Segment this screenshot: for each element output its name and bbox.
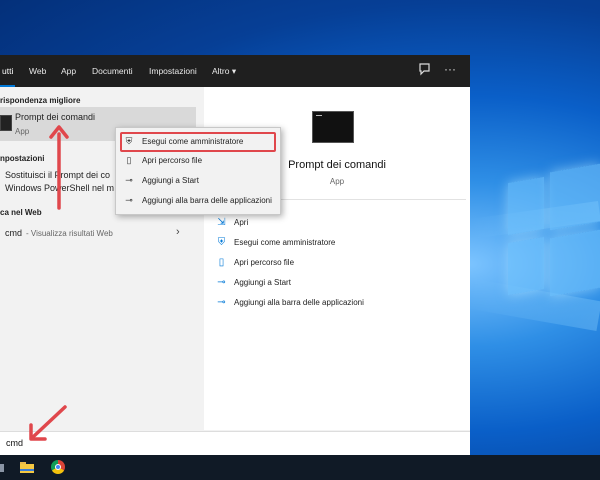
web-header: ca nel Web bbox=[0, 208, 42, 217]
tab-settings[interactable]: Impostazioni bbox=[149, 66, 197, 76]
more-options-icon[interactable]: ··· bbox=[444, 62, 456, 76]
pin-icon: ⊸ bbox=[217, 297, 226, 308]
tab-web[interactable]: Web bbox=[29, 66, 46, 76]
chrome-icon[interactable] bbox=[51, 460, 65, 474]
action-label: Aggiungi alla barra delle applicazioni bbox=[234, 298, 364, 307]
tab-documents[interactable]: Documenti bbox=[92, 66, 133, 76]
search-tabs-bar: utti Web App Documenti Impostazioni Altr… bbox=[0, 55, 470, 87]
web-result-item[interactable]: cmd - Visualizza risultati Web › bbox=[0, 224, 196, 242]
action-open-file-location[interactable]: ▯ Apri percorso file bbox=[216, 256, 456, 272]
action-run-as-admin[interactable]: ⛨ Esegui come amministratore bbox=[216, 236, 456, 252]
action-pin-to-start[interactable]: ⊸ Aggiungi a Start bbox=[216, 276, 456, 292]
pin-icon: ⊸ bbox=[125, 175, 133, 185]
pin-icon: ⊸ bbox=[217, 277, 226, 288]
feedback-icon[interactable] bbox=[418, 63, 431, 79]
action-label: Aggiungi a Start bbox=[234, 278, 291, 287]
best-match-header: rispondenza migliore bbox=[0, 96, 81, 105]
task-view-icon[interactable] bbox=[0, 464, 4, 472]
web-result-suffix: - Visualizza risultati Web bbox=[26, 229, 113, 238]
tab-all[interactable]: utti bbox=[0, 66, 16, 87]
open-icon: ⇲ bbox=[217, 217, 226, 228]
chevron-down-icon: ▾ bbox=[231, 66, 237, 76]
ctx-label: Aggiungi alla barra delle applicazioni bbox=[142, 196, 272, 205]
command-prompt-icon bbox=[0, 115, 12, 131]
ctx-label: Apri percorso file bbox=[142, 156, 203, 165]
ctx-pin-to-taskbar[interactable]: ⊸ Aggiungi alla barra delle applicazioni bbox=[122, 193, 274, 209]
pin-icon: ⊸ bbox=[125, 195, 133, 205]
action-open[interactable]: ⇲ Apri bbox=[216, 216, 456, 232]
tab-more[interactable]: Altro ▾ bbox=[212, 66, 236, 77]
action-label: Apri bbox=[234, 218, 249, 227]
folder-location-icon: ▯ bbox=[126, 155, 132, 165]
action-pin-to-taskbar[interactable]: ⊸ Aggiungi alla barra delle applicazioni bbox=[216, 296, 456, 312]
best-match-subtitle: App bbox=[15, 127, 30, 136]
taskbar bbox=[0, 455, 600, 480]
ctx-label: Aggiungi a Start bbox=[142, 176, 199, 185]
tab-app[interactable]: App bbox=[61, 66, 76, 76]
run-as-admin-icon: ⛨ bbox=[125, 136, 133, 146]
tab-more-label: Altro bbox=[212, 66, 230, 76]
settings-header: npostazioni bbox=[0, 154, 45, 163]
search-window: utti Web App Documenti Impostazioni Altr… bbox=[0, 55, 470, 455]
run-as-admin-icon: ⛨ bbox=[217, 237, 226, 248]
windows-logo bbox=[488, 150, 600, 310]
annotation-arrow-down-left bbox=[29, 405, 67, 441]
ctx-run-as-admin[interactable]: ⛨ Esegui come amministratore bbox=[120, 132, 276, 152]
ctx-label: Esegui come amministratore bbox=[142, 137, 244, 146]
best-match-title: Prompt dei comandi bbox=[15, 112, 96, 122]
action-label: Apri percorso file bbox=[234, 258, 295, 267]
search-box[interactable]: cmd bbox=[0, 431, 470, 456]
file-explorer-icon[interactable] bbox=[20, 462, 34, 473]
context-menu: ⛨ Esegui come amministratore ▯ Apri perc… bbox=[115, 127, 281, 215]
app-large-icon bbox=[312, 111, 354, 143]
search-input[interactable]: cmd bbox=[6, 438, 23, 448]
web-query: cmd bbox=[5, 228, 23, 238]
ctx-open-file-location[interactable]: ▯ Apri percorso file bbox=[122, 153, 274, 169]
action-label: Esegui come amministratore bbox=[234, 238, 336, 247]
folder-location-icon: ▯ bbox=[218, 257, 225, 268]
annotation-arrow-up bbox=[49, 125, 69, 210]
ctx-pin-to-start[interactable]: ⊸ Aggiungi a Start bbox=[122, 173, 274, 189]
chevron-right-icon: › bbox=[176, 226, 180, 238]
